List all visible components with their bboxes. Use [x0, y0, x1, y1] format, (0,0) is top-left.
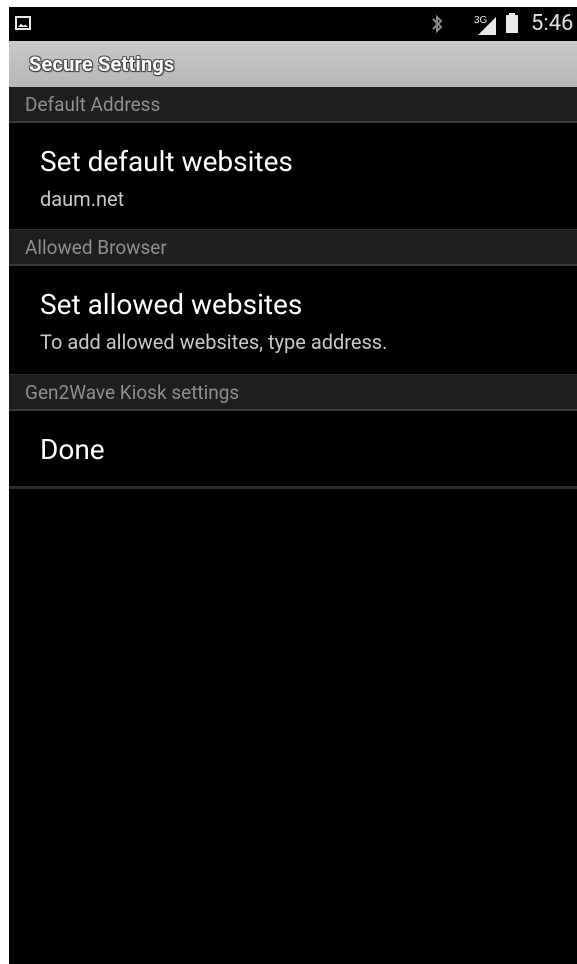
image-icon — [15, 16, 31, 30]
section-header-kiosk-settings: Gen2Wave Kiosk settings — [9, 375, 577, 411]
pref-summary: To add allowed websites, type address. — [40, 330, 388, 354]
section-header-label: Default Address — [25, 93, 161, 116]
section-header-label: Gen2Wave Kiosk settings — [25, 381, 240, 404]
section-header-allowed-browser: Allowed Browser — [9, 230, 577, 266]
pref-title: Set default websites — [40, 145, 293, 178]
page-title: Secure Settings — [29, 52, 175, 76]
phone-screen: 3G 5:46 Secure Settings Default Address … — [9, 7, 577, 964]
pref-title: Done — [40, 433, 105, 466]
set-default-websites-item[interactable]: Set default websites daum.net — [9, 123, 577, 230]
pref-title: Set allowed websites — [40, 288, 303, 321]
section-header-default-address: Default Address — [9, 87, 577, 123]
set-allowed-websites-item[interactable]: Set allowed websites To add allowed webs… — [9, 266, 577, 375]
list-divider — [9, 487, 577, 489]
network-type-label: 3G — [474, 15, 488, 26]
status-bar: 3G 5:46 — [9, 7, 577, 41]
bluetooth-icon — [429, 13, 445, 35]
title-bar: Secure Settings — [9, 41, 577, 87]
pref-summary: daum.net — [40, 187, 125, 211]
signal-icon: 3G — [474, 13, 496, 35]
status-time: 5:46 — [531, 11, 574, 36]
battery-icon — [506, 13, 518, 33]
done-item[interactable]: Done — [9, 411, 577, 487]
section-header-label: Allowed Browser — [25, 236, 167, 259]
